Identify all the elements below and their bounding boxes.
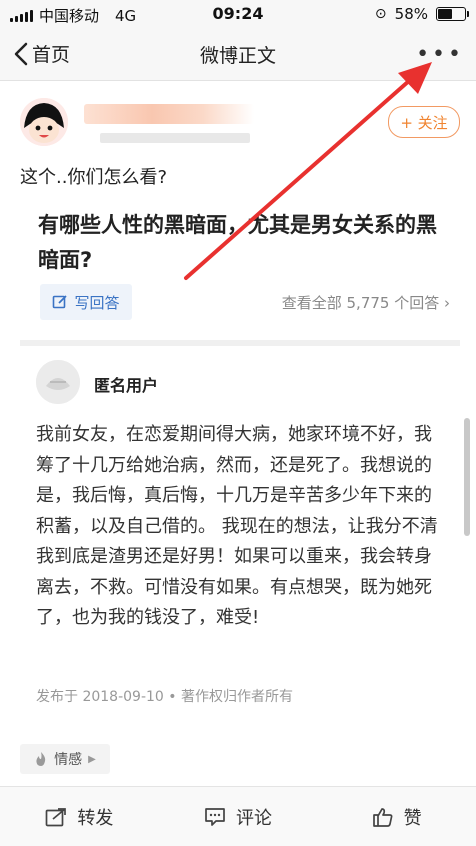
anonymous-avatar <box>36 360 80 404</box>
status-bar: 中国移动 4G 09:24 ⊙ 58% <box>0 0 476 28</box>
comment-label: 评论 <box>236 807 272 829</box>
chevron-right-icon: ▶ <box>88 753 96 765</box>
view-all-answers-link[interactable]: 查看全部 5,775 个回答 › <box>282 292 450 313</box>
follow-button[interactable]: + 关注 <box>388 106 460 138</box>
bottom-action-bar: 转发 评论 赞 <box>0 786 476 846</box>
rotation-lock-icon: ⊙ <box>374 6 387 22</box>
repost-button[interactable]: 转发 <box>0 787 159 846</box>
answer-body: 我前女友，在恋爱期间得大病，她家环境不好，我筹了十几万给她治病，然而，还是死了。… <box>36 424 438 628</box>
answer-footer: 发布于 2018-09-10 • 著作权归作者所有 <box>36 689 293 705</box>
comment-icon <box>205 807 225 826</box>
write-answer-label: 写回答 <box>74 293 120 312</box>
topic-tag[interactable]: 情感 ▶ <box>20 744 110 774</box>
username-blurred[interactable] <box>84 104 254 124</box>
divider <box>20 340 460 346</box>
post-meta-blurred <box>100 132 250 146</box>
battery-percent: 58% <box>394 5 428 23</box>
comment-button[interactable]: 评论 <box>159 787 318 846</box>
like-label: 赞 <box>403 807 422 829</box>
more-options-icon[interactable]: ••• <box>416 42 464 67</box>
cartoon-avatar-icon <box>20 98 68 146</box>
post-text: 这个..你们怎么看? <box>20 167 167 188</box>
nav-bar: 首页 微博正文 ••• <box>0 28 476 81</box>
anonymous-user-icon <box>36 360 80 404</box>
scrollbar[interactable] <box>464 418 470 536</box>
answer-author: 匿名用户 <box>94 376 159 395</box>
edit-icon <box>53 295 68 309</box>
flame-icon <box>36 752 46 766</box>
avatar[interactable] <box>20 98 68 146</box>
question-card[interactable]: 有哪些人性的黑暗面，尤其是男女关系的黑暗面? 写回答 查看全部 5,775 个回… <box>20 198 460 338</box>
repost-label: 转发 <box>77 807 114 829</box>
tag-label: 情感 <box>54 752 83 768</box>
status-right: ⊙ 58% <box>374 5 469 23</box>
repost-icon <box>45 807 67 826</box>
like-button[interactable]: 赞 <box>317 787 476 846</box>
question-title[interactable]: 有哪些人性的黑暗面，尤其是男女关系的黑暗面? <box>38 208 448 278</box>
write-answer-button[interactable]: 写回答 <box>40 284 132 320</box>
page-title: 微博正文 <box>199 45 276 67</box>
battery-icon <box>436 7 469 21</box>
thumbs-up-icon <box>372 807 393 827</box>
